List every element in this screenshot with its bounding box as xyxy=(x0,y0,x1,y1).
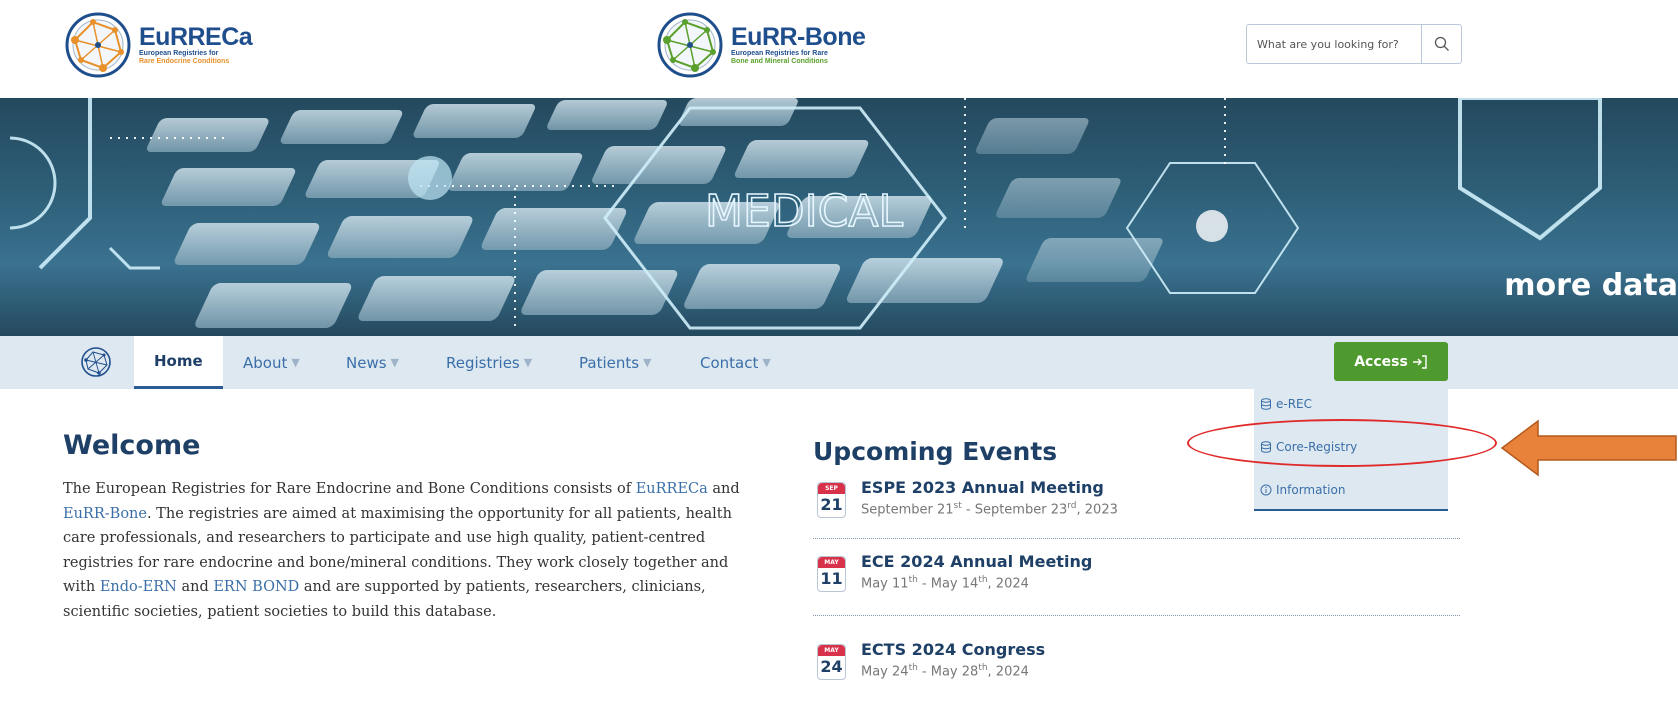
calendar-icon: SEP 21 xyxy=(817,482,846,518)
eurr-bone-subtitle-2: Bone and Mineral Conditions xyxy=(731,57,828,65)
event-month: MAY xyxy=(818,645,845,656)
arrow-left-icon xyxy=(1500,419,1677,477)
welcome-and-2: and xyxy=(176,579,214,595)
login-icon xyxy=(1412,354,1427,369)
welcome-heading: Welcome xyxy=(63,430,201,461)
menu-item-e-rec[interactable]: e-REC xyxy=(1260,393,1312,415)
event-title[interactable]: ESPE 2023 Annual Meeting xyxy=(861,478,1104,497)
eurr-bone-title: EuRR-Bone xyxy=(731,22,866,51)
event-date: September 21st - September 23rd, 2023 xyxy=(861,501,1118,518)
link-endo-ern[interactable]: Endo-ERN xyxy=(100,579,177,595)
event-title[interactable]: ECE 2024 Annual Meeting xyxy=(861,552,1092,571)
nav-contact-label: Contact xyxy=(700,353,759,372)
event-day: 21 xyxy=(820,495,843,514)
welcome-paragraph: The European Registries for Rare Endocri… xyxy=(63,477,743,624)
event-month: SEP xyxy=(818,483,845,494)
search-icon xyxy=(1434,36,1449,51)
event-date: May 11th - May 14th, 2024 xyxy=(861,575,1029,592)
event-day: 11 xyxy=(820,569,843,588)
chevron-down-icon: ▼ xyxy=(643,356,652,369)
nav-patients[interactable]: Patients ▼ xyxy=(579,336,652,389)
nav-contact[interactable]: Contact ▼ xyxy=(700,336,771,389)
menu-item-e-rec-label: e-REC xyxy=(1276,397,1313,411)
nav-about-label: About xyxy=(243,353,288,372)
nav-patients-label: Patients xyxy=(579,353,640,372)
nav-home[interactable]: Home xyxy=(134,336,223,389)
chevron-down-icon: ▼ xyxy=(291,356,300,369)
search-button[interactable] xyxy=(1421,25,1461,63)
calendar-icon: MAY 11 xyxy=(817,556,846,592)
chevron-down-icon: ▼ xyxy=(762,356,771,369)
nav-home-label: Home xyxy=(154,352,203,370)
hero-banner: MEDICAL more data xyxy=(0,98,1678,336)
banner-tagline: more data xyxy=(1504,268,1678,303)
eurreca-globe-icon xyxy=(65,12,131,78)
search-input[interactable] xyxy=(1247,25,1421,63)
event-divider xyxy=(813,538,1460,539)
link-ern-bond[interactable]: ERN BOND xyxy=(213,579,299,595)
chevron-down-icon: ▼ xyxy=(390,356,400,369)
nav-registries-label: Registries xyxy=(446,353,520,372)
event-day: 24 xyxy=(820,657,843,676)
event-item[interactable]: MAY 11 ECE 2024 Annual Meeting May 11th … xyxy=(813,552,1460,612)
link-eurreca[interactable]: EuRRECa xyxy=(636,481,708,497)
nav-news[interactable]: News ▼ xyxy=(346,336,399,389)
event-item[interactable]: MAY 24 ECTS 2024 Congress May 24th - May… xyxy=(813,640,1460,700)
eurreca-title: EuRRECa xyxy=(139,22,253,51)
database-icon xyxy=(1260,398,1272,410)
welcome-and-1: and xyxy=(707,481,740,497)
access-button-label: Access xyxy=(1354,353,1408,370)
welcome-text-1: The European Registries for Rare Endocri… xyxy=(63,481,632,497)
link-eurr-bone[interactable]: EuRR-Bone xyxy=(63,506,147,522)
eurreca-subtitle-1: European Registries for xyxy=(139,49,219,57)
event-divider xyxy=(813,615,1460,616)
event-item[interactable]: SEP 21 ESPE 2023 Annual Meeting Septembe… xyxy=(813,478,1460,538)
banner-keyboard-image: MEDICAL xyxy=(9,98,1602,330)
calendar-icon: MAY 24 xyxy=(817,644,846,680)
access-button[interactable]: Access xyxy=(1334,342,1448,381)
eurreca-logo[interactable]: EuRRECa European Registries for Rare End… xyxy=(63,10,253,80)
nav-registries[interactable]: Registries ▼ xyxy=(446,336,532,389)
home-globe-icon[interactable] xyxy=(80,346,112,378)
banner-medical-word: MEDICAL xyxy=(705,186,903,237)
nav-about[interactable]: About ▼ xyxy=(243,336,300,389)
eurr-bone-subtitle-1: European Registries for Rare xyxy=(731,49,828,57)
eurreca-subtitle-2: Rare Endocrine Conditions xyxy=(139,57,230,65)
highlight-ellipse xyxy=(1187,419,1497,467)
nav-news-label: News xyxy=(346,353,387,372)
events-heading: Upcoming Events xyxy=(813,437,1058,466)
event-title[interactable]: ECTS 2024 Congress xyxy=(861,640,1045,659)
eurr-bone-logo[interactable]: EuRR-Bone European Registries for Rare B… xyxy=(655,10,866,80)
chevron-down-icon: ▼ xyxy=(523,356,533,369)
site-header: EuRRECa European Registries for Rare End… xyxy=(0,0,1678,98)
eurr-bone-globe-icon xyxy=(657,12,723,78)
event-month: MAY xyxy=(818,557,845,568)
event-date: May 24th - May 28th, 2024 xyxy=(861,663,1029,680)
search-box xyxy=(1246,24,1462,64)
